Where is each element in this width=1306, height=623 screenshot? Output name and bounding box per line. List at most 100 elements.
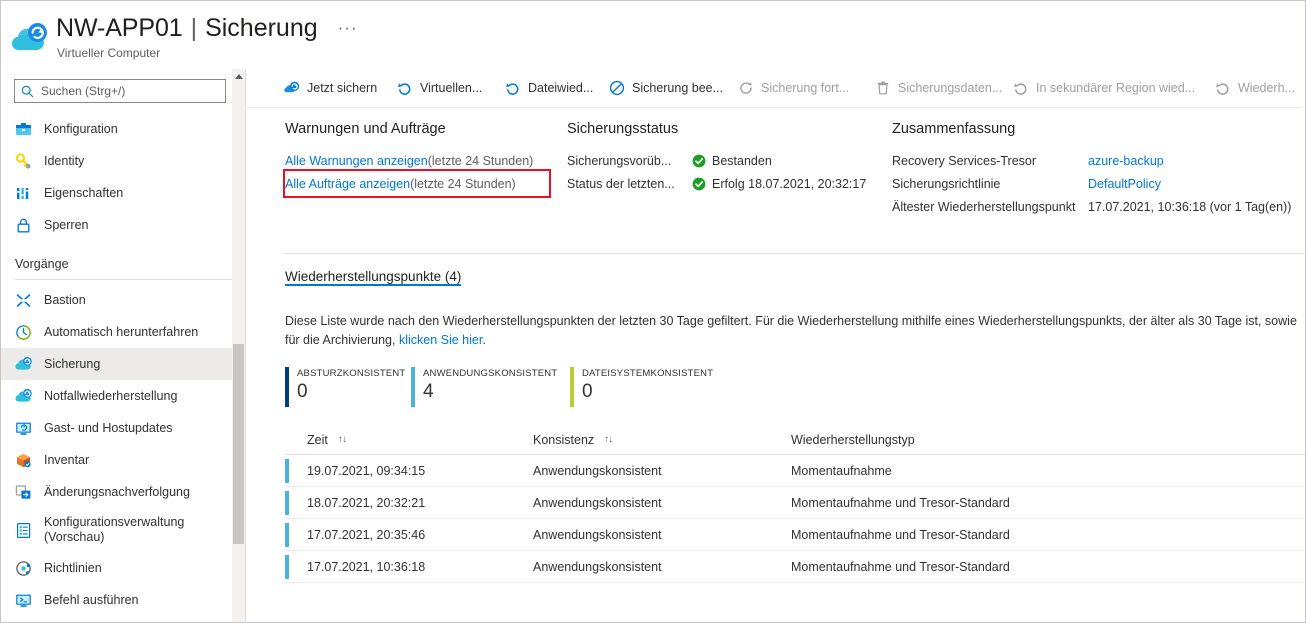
- summary-row-aeltester-punkt: Ältester Wiederherstellungspunkt 17.07.2…: [892, 195, 1305, 218]
- summary-label: Recovery Services-Tresor: [892, 153, 1037, 168]
- sidebar-item-label: Automatisch herunterfahren: [44, 324, 199, 339]
- cell-konsistenz: Anwendungskonsistent: [533, 527, 662, 542]
- alerts-and-jobs-column: Warnungen und Aufträge Alle Warnungen an…: [285, 121, 575, 195]
- sidebar-item-inventar[interactable]: Inventar: [1, 444, 245, 476]
- command-sicherung-beenden[interactable]: Sicherung bee...: [609, 75, 723, 101]
- status-value: Erfolg 18.07.2021, 20:32:17: [712, 176, 867, 191]
- command-in-sekundaerer-region-wiederherstellen: In sekundärer Region wied...: [1013, 75, 1195, 101]
- status-row-vorbedingungen: Sicherungsvorüb... Bestanden: [567, 149, 897, 172]
- cell-konsistenz: Anwendungskonsistent: [533, 559, 662, 574]
- page-header: NW-APP01 | Sicherung ··· Virtueller Comp…: [1, 1, 1305, 69]
- change-tracking-icon: [15, 484, 32, 501]
- stat-value: 0: [297, 381, 308, 402]
- bastion-icon: [15, 292, 32, 309]
- azure-backup-vm-icon: [12, 22, 50, 56]
- sidebar-item-label: Änderungsnachverfolgung: [44, 484, 190, 499]
- sort-icon[interactable]: ↑↓: [604, 434, 613, 445]
- command-wiederherstellen: Wiederh...: [1215, 75, 1295, 101]
- stat-value: 4: [423, 381, 434, 402]
- table-row[interactable]: 18.07.2021, 20:32:21 Anwendungskonsisten…: [285, 487, 1305, 519]
- tab-wiederherstellungspunkte[interactable]: Wiederherstellungspunkte (4): [285, 269, 462, 294]
- row-accent-bar: [285, 555, 289, 579]
- cell-konsistenz: Anwendungskonsistent: [533, 463, 662, 478]
- show-all-jobs-link[interactable]: Alle Aufträge anzeigen: [285, 177, 410, 191]
- search-icon: [21, 85, 34, 98]
- success-check-icon: [692, 154, 706, 168]
- sidebar-item-automatisch-herunterfahren[interactable]: Automatisch herunterfahren: [1, 316, 245, 348]
- command-label: Sicherung bee...: [632, 81, 724, 95]
- sidebar-item-label: Sicherung: [44, 356, 101, 371]
- sidebar-item-notfallwiederherstellung[interactable]: Notfallwiederherstellung: [1, 380, 245, 412]
- restore-icon: [1215, 80, 1231, 96]
- sort-icon[interactable]: ↑↓: [338, 434, 347, 445]
- recovery-services-vault-link[interactable]: azure-backup: [1088, 154, 1164, 168]
- stat-color-bar: [411, 367, 415, 407]
- command-label: Wiederh...: [1238, 81, 1295, 95]
- column-header-wiederherstellungstyp[interactable]: Wiederherstellungstyp: [791, 433, 1251, 447]
- sidebar-item-richtlinien[interactable]: Richtlinien: [1, 552, 245, 584]
- command-jetzt-sichern[interactable]: Jetzt sichern: [284, 75, 377, 101]
- summary-label: Ältester Wiederherstellungspunkt: [892, 199, 1076, 214]
- lock-icon: [15, 217, 32, 234]
- sidebar-divider: [15, 279, 232, 280]
- more-options-button[interactable]: ···: [338, 19, 358, 36]
- scrollbar-thumb[interactable]: [233, 344, 244, 544]
- page-subtitle: Virtueller Computer: [57, 46, 161, 60]
- table-row[interactable]: 17.07.2021, 20:35:46 Anwendungskonsisten…: [285, 519, 1305, 551]
- sidebar-item-bastion[interactable]: Bastion: [1, 284, 245, 316]
- sidebar-item-label: Sperren: [44, 217, 89, 232]
- sidebar-item-konfigurationsverwaltung[interactable]: Konfigurationsverwaltung (Vorschau): [1, 508, 245, 552]
- command-bar-divider: [247, 107, 1302, 108]
- table-row[interactable]: 19.07.2021, 09:34:15 Anwendungskonsisten…: [285, 455, 1305, 487]
- stat-value: 0: [582, 381, 593, 402]
- stat-color-bar: [570, 367, 574, 407]
- column-header-konsistenz[interactable]: Konsistenz ↑↓: [533, 433, 791, 447]
- search-box[interactable]: [14, 79, 226, 103]
- sidebar-item-sperren[interactable]: Sperren: [1, 209, 245, 241]
- sidebar-item-aenderungsnachverfolgung[interactable]: Änderungsnachverfolgung: [1, 476, 245, 508]
- command-label: Virtuellen...: [420, 81, 483, 95]
- sidebar-item-sicherung[interactable]: Sicherung: [1, 348, 245, 380]
- sidebar-item-befehl-ausfuehren[interactable]: Befehl ausführen: [1, 584, 245, 616]
- sidebar-item-gast-und-hostupdates[interactable]: Gast- und Hostupdates: [1, 412, 245, 444]
- file-recovery-icon: [505, 80, 521, 96]
- stat-absturzkonsistent: Absturzkonsistent 0: [285, 367, 405, 407]
- row-accent-bar: [285, 459, 289, 483]
- column-label: Wiederherstellungstyp: [791, 432, 915, 447]
- cell-typ: Momentaufnahme und Tresor-Standard: [791, 559, 1010, 574]
- sidebar-item-eigenschaften[interactable]: Eigenschaften: [1, 177, 245, 209]
- config-management-icon: [15, 522, 32, 539]
- summary-column: Zusammenfassung Recovery Services-Tresor…: [892, 121, 1305, 218]
- key-icon: [15, 152, 32, 170]
- summary-column-title: Zusammenfassung: [892, 121, 1016, 137]
- cell-typ: Momentaufnahme und Tresor-Standard: [791, 495, 1010, 510]
- backup-policy-link[interactable]: DefaultPolicy: [1088, 177, 1161, 191]
- sidebar-item-identity[interactable]: Identity: [1, 145, 245, 177]
- page-title: NW-APP01 | Sicherung ···: [56, 14, 358, 43]
- tab-active-underline: [285, 284, 462, 286]
- tabs: Wiederherstellungspunkte (4): [285, 268, 462, 294]
- cell-zeit: 18.07.2021, 20:32:21: [307, 495, 426, 510]
- cell-typ: Momentaufnahme: [791, 463, 892, 478]
- command-bar: Jetzt sichern Virtuellen... Dateiwied...…: [247, 69, 1305, 108]
- success-check-icon: [692, 177, 706, 191]
- backup-status-column: Sicherungsstatus Sicherungsvorüb... Best…: [567, 121, 897, 195]
- command-sicherungsdaten-loeschen: Sicherungsdaten...: [875, 75, 1002, 101]
- summary-label: Sicherungsrichtlinie: [892, 176, 1001, 191]
- search-input[interactable]: [39, 80, 219, 102]
- updates-icon: [15, 420, 32, 437]
- sidebar-item-konfiguration[interactable]: Konfiguration: [1, 113, 245, 145]
- sidebar-nav-list: Konfiguration Identity Eigenschaften Spe…: [1, 113, 245, 622]
- click-here-link[interactable]: klicken Sie hier: [399, 333, 482, 347]
- table-row[interactable]: 17.07.2021, 10:36:18 Anwendungskonsisten…: [285, 551, 1305, 583]
- sidebar-scrollbar[interactable]: [232, 69, 245, 622]
- command-virtuellen-computer-wiederherstellen[interactable]: Virtuellen...: [397, 75, 482, 101]
- sidebar-item-label: Konfiguration: [44, 121, 118, 136]
- show-all-warnings-link[interactable]: Alle Warnungen anzeigen: [285, 154, 428, 168]
- restore-vm-icon: [397, 80, 413, 96]
- scroll-up-arrow-icon[interactable]: [235, 74, 243, 79]
- backup-cloud-icon: [15, 356, 32, 373]
- column-header-zeit[interactable]: Zeit ↑↓: [285, 433, 533, 447]
- command-dateiwiederherstellung[interactable]: Dateiwied...: [505, 75, 593, 101]
- clock-icon: [15, 324, 32, 341]
